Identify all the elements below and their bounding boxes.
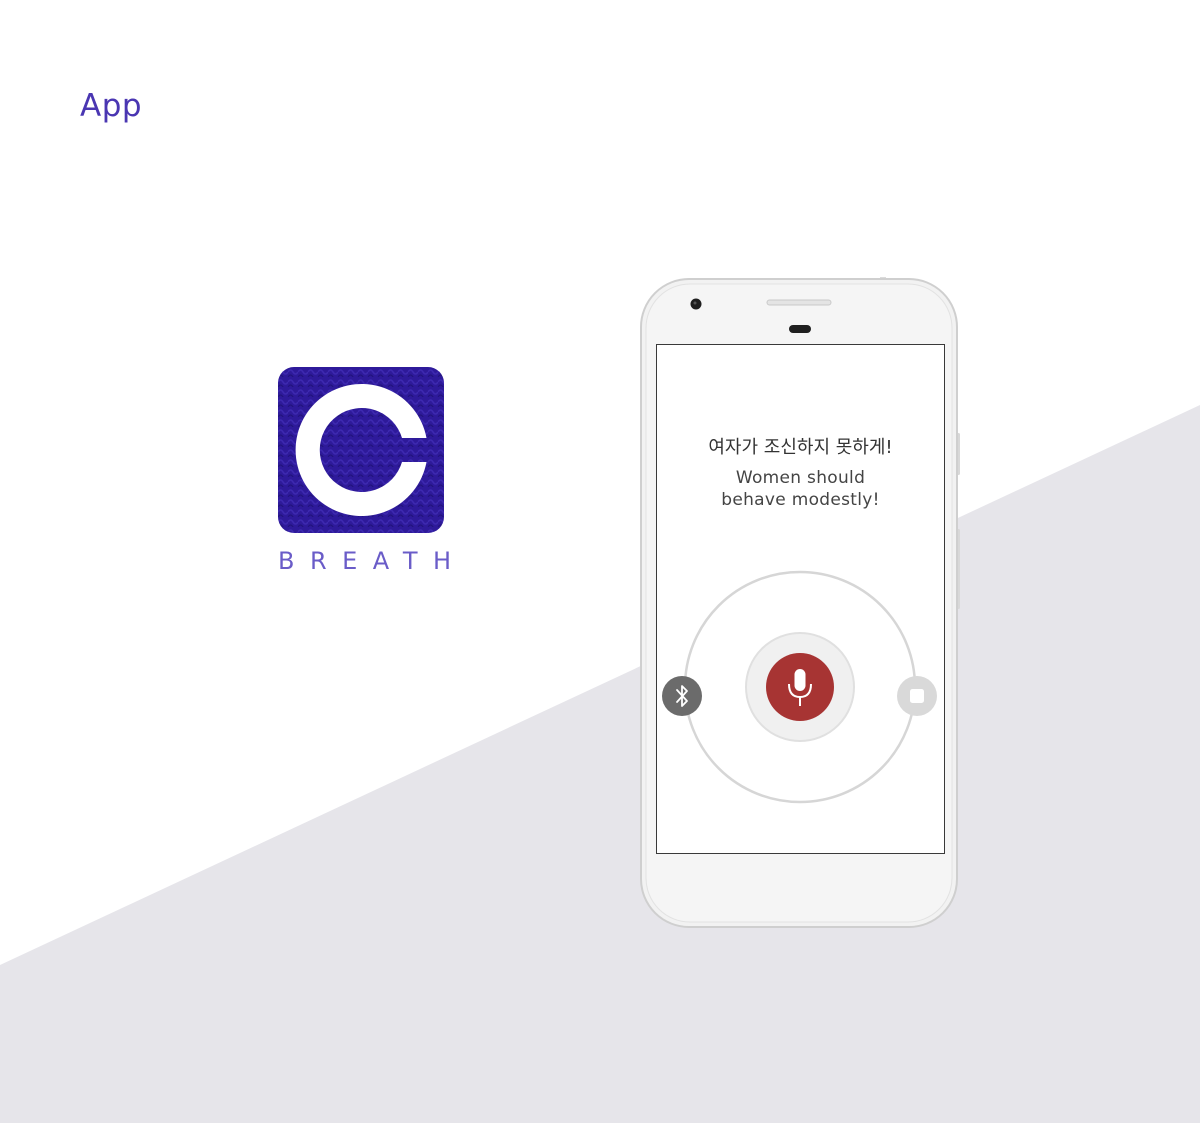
brand-name: BREATH <box>278 547 467 575</box>
phone-mockup: 여자가 조신하지 못하게! Women should behave modest… <box>640 277 960 929</box>
app-screen: 여자가 조신하지 못하게! Women should behave modest… <box>656 344 945 854</box>
microphone-button[interactable] <box>745 632 855 742</box>
voice-control-panel <box>662 570 937 804</box>
section-heading: App <box>80 88 143 124</box>
c-logo-icon <box>278 367 444 533</box>
bluetooth-button[interactable] <box>662 676 702 716</box>
background-diagonal <box>0 405 1200 1123</box>
stop-icon <box>910 689 924 703</box>
stop-button[interactable] <box>897 676 937 716</box>
